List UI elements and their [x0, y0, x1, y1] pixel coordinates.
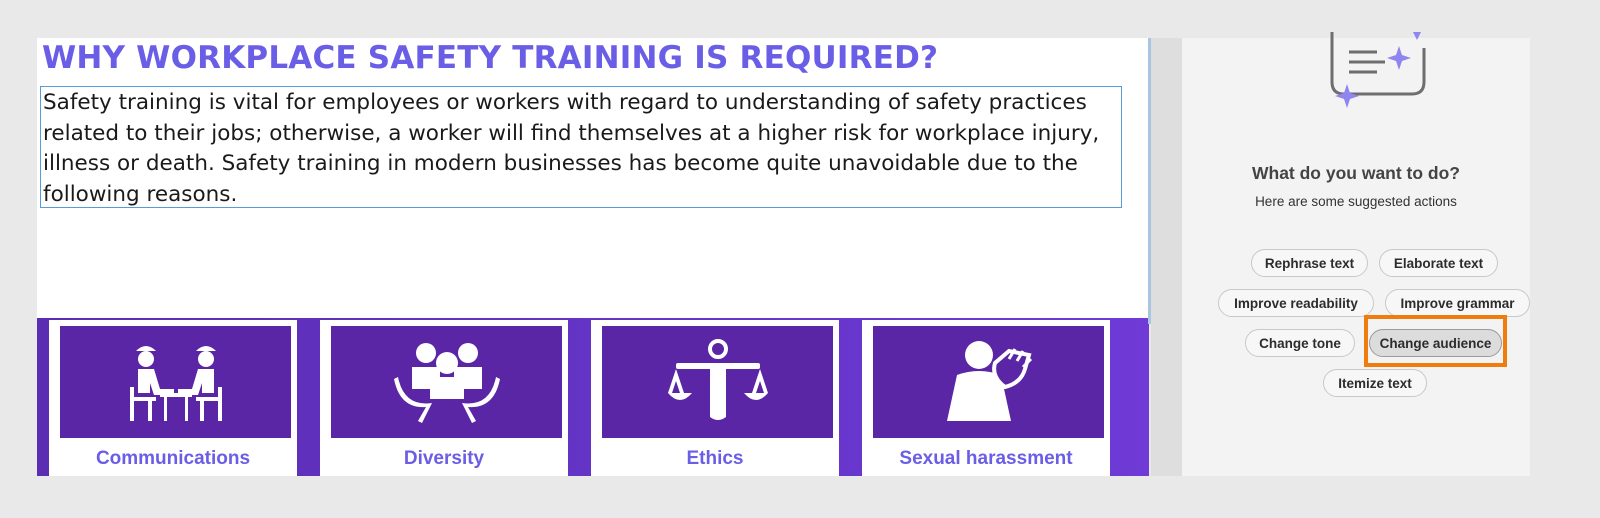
- card-image: [331, 326, 562, 438]
- selected-text-box[interactable]: Safety training is vital for employees o…: [40, 86, 1122, 208]
- card-image: [873, 326, 1104, 438]
- topic-card-ethics[interactable]: Ethics: [591, 320, 839, 476]
- meeting-people-icon: [129, 346, 222, 421]
- harassment-icon: [946, 341, 1032, 421]
- itemize-text-button[interactable]: Itemize text: [1323, 369, 1427, 397]
- topic-card-diversity[interactable]: Diversity: [320, 320, 568, 476]
- card-label: Communications: [95, 448, 251, 469]
- topic-card-communications[interactable]: Communications: [49, 320, 297, 476]
- improve-readability-button[interactable]: Improve readability: [1218, 289, 1374, 317]
- panel-subtitle: Here are some suggested actions: [1255, 194, 1457, 209]
- panel-divider: [1151, 38, 1182, 476]
- card-label: Diversity: [403, 448, 485, 469]
- scales-icon: [667, 339, 768, 420]
- group-hands-icon: [393, 343, 500, 423]
- card-label: Ethics: [686, 448, 744, 469]
- improve-grammar-button[interactable]: Improve grammar: [1385, 289, 1530, 317]
- document-heading[interactable]: WHY WORKPLACE SAFETY TRAINING IS REQUIRE…: [42, 40, 938, 76]
- panel-title: What do you want to do?: [1251, 163, 1461, 183]
- selection-highlight: [1364, 315, 1507, 367]
- elaborate-text-button[interactable]: Elaborate text: [1379, 249, 1498, 277]
- topic-card-sexual-harassment[interactable]: Sexual harassment: [862, 320, 1110, 476]
- document-canvas[interactable]: WHY WORKPLACE SAFETY TRAINING IS REQUIRE…: [37, 38, 1149, 476]
- card-label: Sexual harassment: [899, 448, 1073, 469]
- rephrase-text-button[interactable]: Rephrase text: [1251, 249, 1368, 277]
- card-image: [60, 326, 291, 438]
- change-tone-button[interactable]: Change tone: [1245, 329, 1355, 357]
- card-image: [602, 326, 833, 438]
- ai-sparkle-document-icon: [1330, 32, 1426, 108]
